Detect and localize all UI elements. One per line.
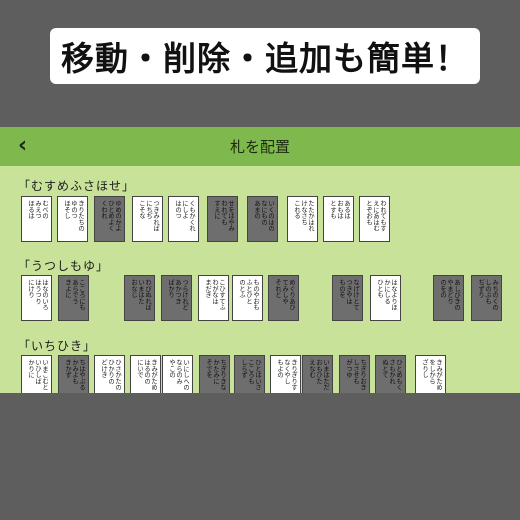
- group-title-3: 「いちひき」: [18, 339, 97, 353]
- karuta-card[interactable]: きりたちの ゆのつ ほそし: [57, 196, 88, 242]
- karuta-card[interactable]: はなのいろ はうつり にけり: [21, 275, 52, 321]
- karuta-card[interactable]: いくのはの なにもの あまの: [247, 196, 278, 242]
- karuta-card[interactable]: あるは おもは とすも: [323, 196, 354, 242]
- karuta-card[interactable]: たたかはれ けなさち これる: [287, 196, 318, 242]
- back-chevron-icon[interactable]: ‹: [18, 134, 27, 158]
- karuta-card[interactable]: ひとめもく さもかれ ぬとて: [375, 355, 406, 393]
- karuta-card[interactable]: めぐりあひ てみしや それと: [268, 275, 299, 321]
- karuta-card[interactable]: はなよりほ かにしる ひとも: [370, 275, 401, 321]
- karuta-card[interactable]: われてもす えにあはむ とぞおも: [359, 196, 390, 242]
- karuta-card[interactable]: ちぎりおき しさせも がつゆ: [339, 355, 370, 393]
- promo-banner: 移動・削除・追加も簡単！: [50, 28, 480, 84]
- group-title-2: 「うつしもゆ」: [18, 259, 110, 273]
- karuta-card[interactable]: つらけれど あかつき ばかり: [161, 275, 192, 321]
- app-bar: ‹ 札を配置: [0, 127, 520, 166]
- karuta-card[interactable]: こひすてふ わがなは まだき: [198, 275, 229, 321]
- karuta-card[interactable]: つきみれば にちぢ こそな: [132, 196, 163, 242]
- karuta-card[interactable]: わびぬれば いまはた おなじ: [124, 275, 155, 321]
- karuta-card[interactable]: ちはやぶる かみよも きかず: [58, 355, 89, 393]
- banner-text: 移動・削除・追加も簡単！: [61, 39, 469, 78]
- karuta-card[interactable]: ものやおも ふとひと のとふ: [232, 275, 263, 321]
- karuta-card[interactable]: いまこむと いひしば かりに: [21, 355, 52, 393]
- karuta-card[interactable]: いにしへの ならのみ やこの: [162, 355, 193, 393]
- karuta-card[interactable]: こころにも あらでう きよに: [58, 275, 89, 321]
- screen-title: 札を配置: [229, 138, 290, 156]
- karuta-card[interactable]: くもかくれ にしよ はのつ: [168, 196, 199, 242]
- karuta-card[interactable]: みちのくの しのぶも ぢずり: [471, 275, 502, 321]
- karuta-card[interactable]: いまはただ おもひた えなむ: [302, 355, 333, 393]
- karuta-card[interactable]: ひとはいさ こころも しらず: [234, 355, 265, 393]
- app-screen: ‹ 札を配置 「むすめふさほせ」 むべの みえつ ほるは きりたちの ゆのつ ほそ…: [0, 127, 520, 393]
- group-title-1: 「むすめふさほせ」: [18, 179, 136, 193]
- karuta-card[interactable]: あしびきの やまどり のをの: [433, 275, 464, 321]
- karuta-card[interactable]: ちぎりきな かたみに そでを: [199, 355, 230, 393]
- karuta-card[interactable]: ひさかたの ひかりの どけき: [94, 355, 125, 393]
- karuta-card[interactable]: きみがため をしから ざりし: [415, 355, 446, 393]
- karuta-card[interactable]: なげけとて つきやは ものを: [332, 275, 363, 321]
- karuta-card[interactable]: せをはやみ われても すえに: [207, 196, 238, 242]
- card-row-3: いまこむと いひしば かりに ちはやぶる かみよも きかず ひさかたの ひかりの ど…: [0, 355, 520, 393]
- card-row-2: はなのいろ はうつり にけり こころにも あらでう きよに わびぬれば いまはた お…: [0, 275, 520, 337]
- karuta-card[interactable]: きみがため はるのの にいで: [130, 355, 161, 393]
- card-row-1: むべの みえつ ほるは きりたちの ゆのつ ほそし ゆめのかよ ひとめよく くわれつ…: [0, 196, 520, 258]
- karuta-card[interactable]: ゆめのかよ ひとめよく くわれ: [94, 196, 125, 242]
- karuta-card[interactable]: きりぎりす なくやし もよの: [270, 355, 301, 393]
- karuta-card[interactable]: むべの みえつ ほるは: [21, 196, 52, 242]
